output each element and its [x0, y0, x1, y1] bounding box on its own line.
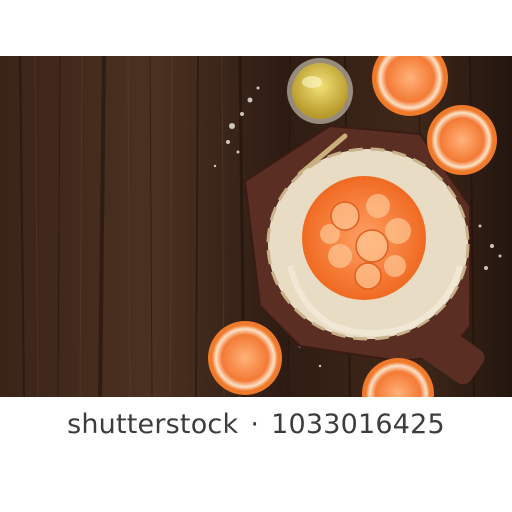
- food-photo: [0, 56, 512, 397]
- orange-galette: [266, 147, 470, 341]
- watermark-separator: ·: [250, 409, 260, 440]
- top-margin: [0, 0, 512, 56]
- watermark-caption: shutterstock · 1033016425: [0, 409, 512, 440]
- olive-oil-jar: [287, 58, 353, 124]
- watermark-image-number: 1033016425: [271, 409, 445, 440]
- watermark-brand: shutterstock: [67, 409, 239, 440]
- orange-half: [427, 105, 497, 175]
- orange-half: [208, 321, 282, 395]
